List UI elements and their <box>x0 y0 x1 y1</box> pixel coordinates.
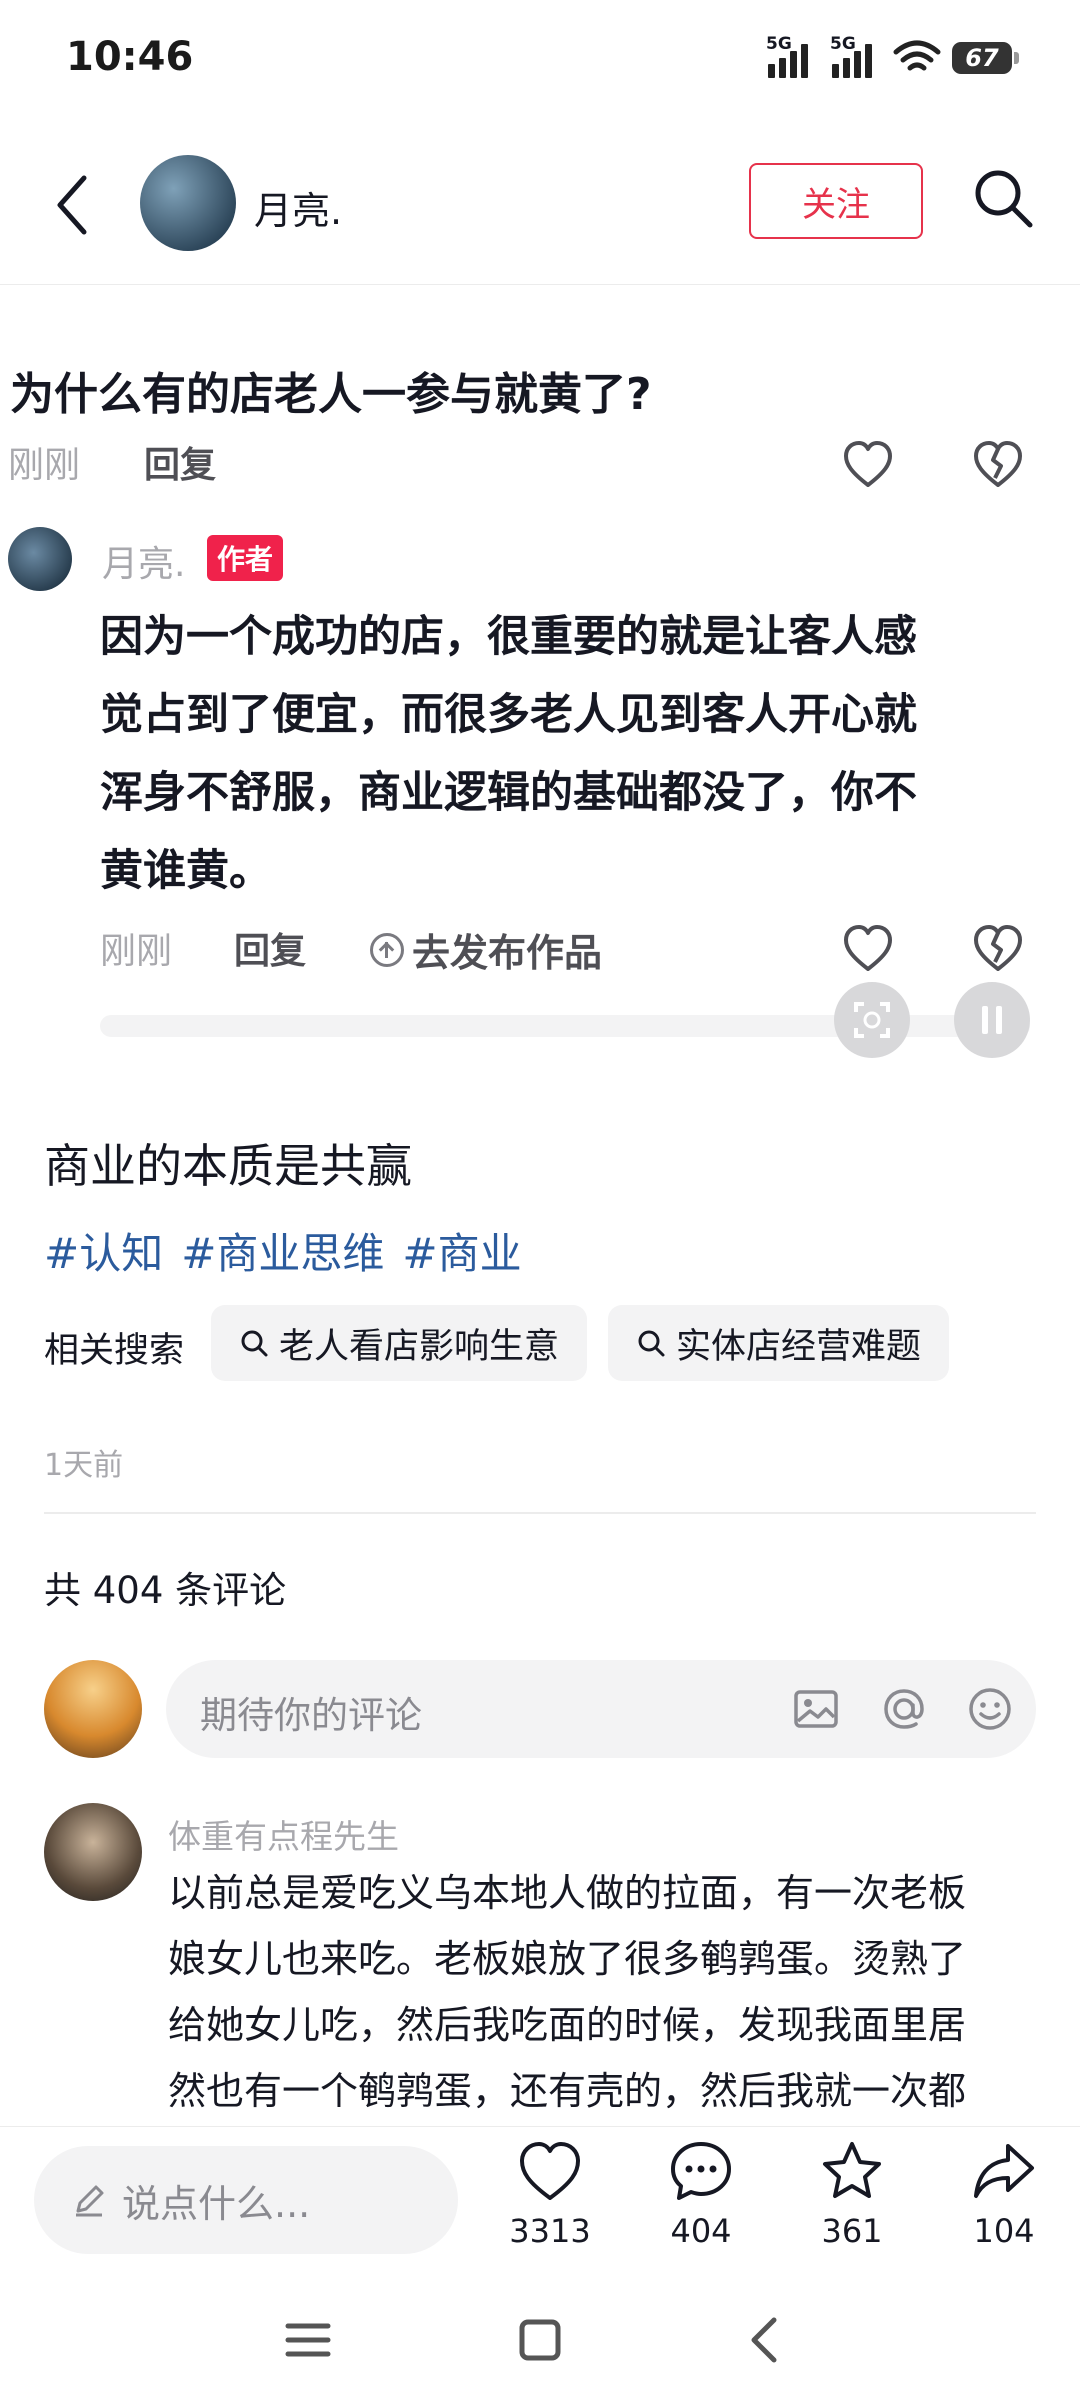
dislike-icon[interactable] <box>971 922 1025 976</box>
related-search-chip[interactable]: 实体店经营难题 <box>608 1305 950 1381</box>
reply-reply-button[interactable]: 回复 <box>234 922 306 974</box>
pencil-icon <box>76 2185 104 2217</box>
mention-icon[interactable] <box>878 1683 930 1735</box>
search-icon <box>638 1330 665 1357</box>
search-icon[interactable] <box>970 165 1036 231</box>
post-title: 商业的本质是共赢 <box>44 1139 412 1193</box>
signal-icon-1: 5G <box>766 34 808 78</box>
reply-author-avatar[interactable] <box>8 527 72 591</box>
author-badge: 作者 <box>207 535 284 581</box>
reply-time: 刚刚 <box>100 931 173 972</box>
post-timestamp: 1天前 <box>44 1448 124 1483</box>
like-icon[interactable] <box>841 438 895 492</box>
hashtag[interactable]: #商业 <box>402 1220 521 1281</box>
comment-button[interactable]: 404 <box>641 2138 761 2250</box>
wifi-icon <box>893 40 941 71</box>
publish-work-link[interactable]: 去发布作品 <box>370 922 602 977</box>
related-search-chip[interactable]: 老人看店影响生意 <box>211 1305 588 1381</box>
share-icon <box>974 2144 1034 2198</box>
comment-input-placeholder[interactable]: 期待你的评论 <box>200 1685 422 1739</box>
search-icon <box>241 1330 268 1357</box>
dislike-icon[interactable] <box>971 438 1025 492</box>
section-divider <box>44 1512 1036 1514</box>
emoji-icon[interactable] <box>964 1683 1016 1735</box>
pause-icon[interactable] <box>954 982 1030 1058</box>
question-time: 刚刚 <box>8 445 81 486</box>
pinned-question: 为什么有的店老人一参与就黄了? <box>10 369 652 420</box>
status-time: 10:46 <box>66 34 194 80</box>
hashtag[interactable]: #认知 <box>44 1220 163 1281</box>
header-divider <box>0 284 1080 285</box>
author-avatar[interactable] <box>140 155 236 251</box>
hashtag-list: #认知 #商业思维 #商业 <box>44 1220 522 1281</box>
star-icon <box>823 2142 881 2198</box>
hashtag[interactable]: #商业思维 <box>181 1220 384 1281</box>
home-icon[interactable] <box>510 2310 570 2370</box>
question-reply-button[interactable]: 回复 <box>144 436 216 488</box>
like-icon[interactable] <box>841 922 895 976</box>
say-something-input[interactable]: 说点什么... <box>34 2146 458 2254</box>
upload-icon <box>370 932 404 967</box>
signal-icon-2: 5G <box>830 34 872 78</box>
commenter-avatar[interactable] <box>44 1803 142 1901</box>
my-avatar <box>44 1660 142 1758</box>
reply-author-name[interactable]: 月亮. <box>102 535 185 587</box>
commenter-name[interactable]: 体重有点程先生 <box>168 1810 399 1858</box>
nav-back-icon[interactable] <box>736 2310 796 2370</box>
follow-button[interactable]: 关注 <box>749 163 923 239</box>
back-icon[interactable] <box>50 170 94 240</box>
menu-icon[interactable] <box>278 2310 338 2370</box>
reply-text: 因为一个成功的店，很重要的就是让客人感 觉占到了便宜，而很多老人见到客人开心就 … <box>100 612 917 896</box>
like-button[interactable]: 3313 <box>490 2138 610 2250</box>
scan-icon[interactable] <box>834 982 910 1058</box>
status-icons: 5G 5G 67 <box>766 34 1019 78</box>
image-icon[interactable] <box>790 1683 842 1735</box>
heart-icon <box>520 2142 580 2200</box>
comments-count: 共 404 条评论 <box>44 1569 287 1612</box>
share-button[interactable]: 104 <box>944 2138 1064 2250</box>
favorite-button[interactable]: 361 <box>792 2138 912 2250</box>
related-search-label: 相关搜索 <box>44 1331 185 1371</box>
comment-icon <box>671 2142 731 2200</box>
comment-text: 以前总是爱吃义乌本地人做的拉面，有一次老板 娘女儿也来吃。老板娘放了很多鹌鹑蛋。… <box>168 1871 967 2113</box>
battery-icon: 67 <box>952 42 1019 74</box>
author-name[interactable]: 月亮. <box>254 180 342 235</box>
